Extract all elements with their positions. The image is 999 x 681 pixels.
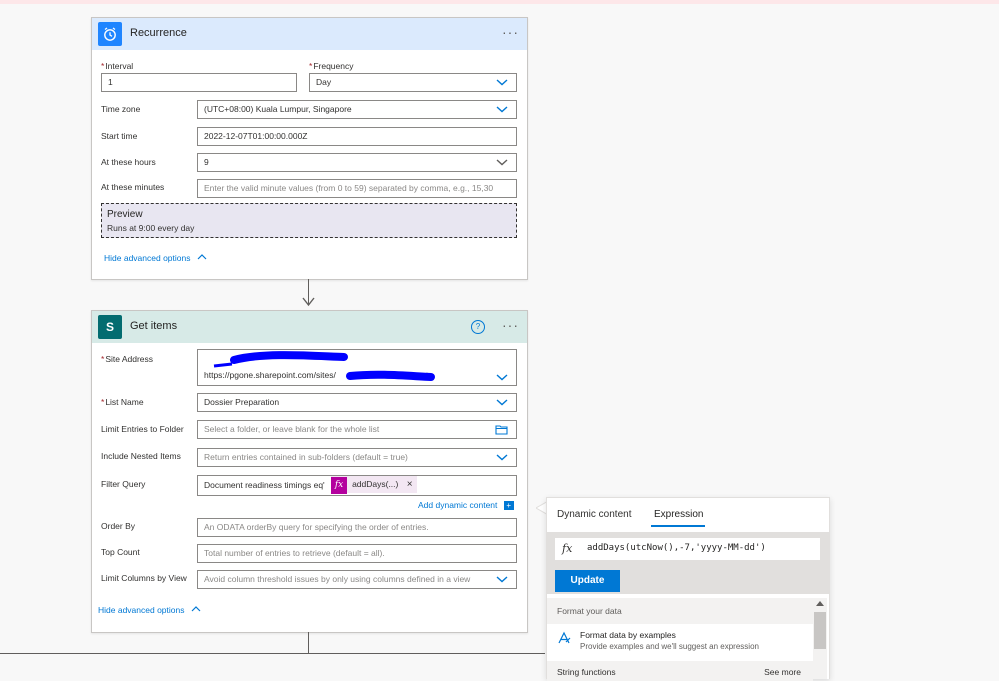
chevron-down-icon — [496, 106, 508, 113]
frequency-value: Day — [316, 77, 332, 87]
timezone-value: (UTC+08:00) Kuala Lumpur, Singapore — [204, 104, 352, 114]
get-items-header[interactable]: S Get items ? ··· — [92, 311, 527, 343]
expression-input[interactable]: fx addDays(utcNow(),-7,'yyyy-MM-dd') — [555, 538, 820, 560]
preview-box: Preview Runs at 9:00 every day — [101, 203, 517, 238]
recurrence-card[interactable]: Recurrence ··· *Interval 1 *Frequency Da… — [91, 17, 528, 280]
preview-text: Runs at 9:00 every day — [107, 223, 195, 233]
format-data-item[interactable]: Format data by examples Provide examples… — [547, 626, 813, 654]
expression-panel[interactable]: Dynamic content Expression fx addDays(ut… — [546, 497, 830, 681]
tab-expression[interactable]: Expression — [654, 509, 703, 520]
get-items-hide-advanced-link[interactable]: Hide advanced options — [98, 605, 201, 615]
see-more-link[interactable]: See more — [764, 667, 801, 677]
interval-input[interactable]: 1 — [101, 73, 297, 92]
format-data-desc: Provide examples and we'll suggest an ex… — [580, 642, 759, 651]
hide-advanced-label: Hide advanced options — [98, 605, 185, 615]
expression-text: addDays(utcNow(),-7,'yyyy-MM-dd') — [587, 543, 766, 553]
frequency-label: *Frequency — [309, 61, 354, 71]
update-button[interactable]: Update — [555, 570, 620, 592]
format-section-label: Format your data — [557, 606, 622, 616]
panel-scrollbar[interactable] — [813, 598, 827, 679]
chevron-down-icon — [496, 399, 508, 406]
minutes-input[interactable]: Enter the valid minute values (from 0 to… — [197, 179, 517, 198]
fx-icon: fx — [562, 542, 573, 555]
chevron-down-icon — [496, 576, 508, 583]
help-icon[interactable]: ? — [471, 320, 485, 334]
add-dynamic-content-link[interactable]: Add dynamic content + — [418, 500, 514, 511]
recurrence-title: Recurrence — [130, 27, 187, 39]
format-data-icon — [558, 631, 571, 644]
list-name-value: Dossier Preparation — [204, 397, 280, 407]
interval-label: *Interval — [101, 61, 134, 71]
format-data-title: Format data by examples — [580, 630, 676, 640]
chevron-down-icon — [496, 79, 508, 86]
connector-line-bottom — [308, 632, 309, 654]
expression-area: fx addDays(utcNow(),-7,'yyyy-MM-dd') Upd… — [547, 532, 829, 594]
frequency-dropdown[interactable]: Day — [309, 73, 517, 92]
site-address-label: *Site Address — [101, 354, 154, 364]
scroll-up-icon[interactable] — [816, 600, 824, 606]
timezone-dropdown[interactable]: (UTC+08:00) Kuala Lumpur, Singapore — [197, 100, 517, 119]
start-time-input[interactable]: 2022-12-07T01:00:00.000Z — [197, 127, 517, 146]
list-name-dropdown[interactable]: Dossier Preparation — [197, 393, 517, 412]
tab-dynamic-content[interactable]: Dynamic content — [557, 509, 631, 520]
recurrence-hide-advanced-link[interactable]: Hide advanced options — [104, 253, 207, 263]
chevron-up-icon — [197, 254, 207, 260]
timezone-label: Time zone — [101, 104, 141, 114]
limit-columns-label: Limit Columns by View — [101, 573, 187, 583]
limit-folder-placeholder: Select a folder, or leave blank for the … — [204, 424, 380, 434]
get-items-more-button[interactable]: ··· — [502, 317, 519, 333]
remove-token-button[interactable]: × — [407, 479, 413, 490]
filter-query-label: Filter Query — [101, 479, 146, 489]
top-banner — [0, 0, 999, 4]
hide-advanced-label: Hide advanced options — [104, 253, 191, 263]
get-items-card[interactable]: S Get items ? ··· *Site Address https://… — [91, 310, 528, 633]
fx-icon: fx — [331, 477, 348, 494]
format-section-header: Format your data — [547, 598, 813, 624]
help-glyph: ? — [475, 322, 481, 331]
expression-token[interactable]: fx addDays(...) × — [331, 476, 417, 494]
start-time-label: Start time — [101, 131, 138, 141]
alarm-clock-icon — [98, 22, 122, 46]
top-count-label: Top Count — [101, 547, 140, 557]
nested-items-placeholder: Return entries contained in sub-folders … — [204, 452, 408, 462]
filter-query-text: Document readiness timings eq' — [204, 480, 325, 490]
preview-title: Preview — [107, 209, 143, 220]
nested-items-dropdown[interactable]: Return entries contained in sub-folders … — [197, 448, 517, 467]
get-items-title: Get items — [130, 320, 178, 332]
sharepoint-icon: S — [98, 315, 122, 339]
redaction-mark — [213, 351, 435, 381]
chevron-down-icon — [496, 374, 508, 381]
divider-line — [0, 653, 545, 654]
hours-value: 9 — [204, 157, 209, 167]
hours-label: At these hours — [101, 157, 156, 167]
limit-folder-label: Limit Entries to Folder — [101, 424, 184, 434]
hours-dropdown[interactable]: 9 — [197, 153, 517, 172]
top-count-input[interactable]: Total number of entries to retrieve (def… — [197, 544, 517, 563]
arrow-down-icon — [302, 297, 315, 307]
tab-expression-underline — [651, 525, 705, 527]
recurrence-header[interactable]: Recurrence ··· — [92, 18, 527, 50]
sharepoint-letter: S — [105, 320, 114, 334]
scrollbar-thumb[interactable] — [814, 612, 826, 649]
list-name-label: *List Name — [101, 397, 144, 407]
chevron-down-icon — [496, 454, 508, 461]
chevron-down-icon — [496, 159, 508, 166]
order-by-input[interactable]: An ODATA orderBy query for specifying th… — [197, 518, 517, 537]
limit-columns-dropdown[interactable]: Avoid column threshold issues by only us… — [197, 570, 517, 589]
string-section-label: String functions — [557, 667, 616, 677]
expression-token-label: addDays(...) — [352, 479, 399, 489]
limit-columns-placeholder: Avoid column threshold issues by only us… — [204, 574, 471, 584]
recurrence-more-button[interactable]: ··· — [502, 24, 519, 40]
filter-query-input[interactable]: Document readiness timings eq' fx addDays… — [197, 475, 517, 496]
add-dynamic-label: Add dynamic content — [418, 500, 498, 510]
folder-icon[interactable] — [495, 424, 508, 435]
limit-folder-input[interactable]: Select a folder, or leave blank for the … — [197, 420, 517, 439]
order-by-label: Order By — [101, 521, 136, 531]
site-address-dropdown[interactable]: https://pgone.sharepoint.com/sites/t — [197, 349, 517, 386]
chevron-up-icon — [191, 606, 201, 612]
dynamic-content-icon: + — [503, 501, 514, 511]
minutes-label: At these minutes — [101, 182, 165, 192]
nested-items-label: Include Nested Items — [101, 451, 181, 461]
string-section-header: String functions See more — [547, 661, 813, 681]
